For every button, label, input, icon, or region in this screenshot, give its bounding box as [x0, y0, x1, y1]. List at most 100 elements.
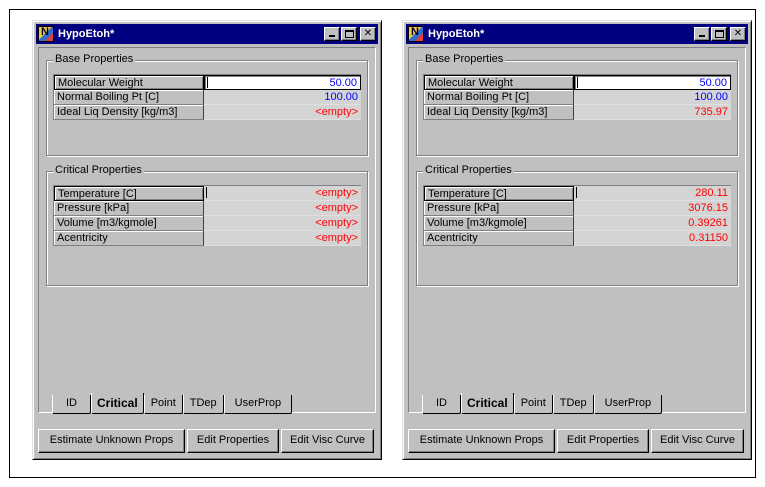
- text-caret: [206, 187, 207, 198]
- tab-page-critical: Base Properties Molecular Weight 50.00 N…: [38, 47, 376, 413]
- row-label: Pressure [kPa]: [424, 201, 574, 216]
- acentricity-field[interactable]: 0.31150: [574, 231, 731, 246]
- grid-row[interactable]: Molecular Weight 50.00: [424, 75, 731, 90]
- app-icon: [408, 26, 424, 42]
- grid-row[interactable]: Volume [m3/kgmole] <empty>: [54, 216, 361, 231]
- close-icon: ✕: [733, 28, 743, 39]
- grid-row[interactable]: Normal Boiling Pt [C] 100.00: [424, 90, 731, 105]
- molecular-weight-field[interactable]: 50.00: [204, 75, 361, 90]
- tab-page-critical: Base Properties Molecular Weight 50.00 N…: [408, 47, 746, 413]
- critical-properties-grid: Temperature [C] 280.11 Pressure [kPa] 30…: [423, 185, 731, 246]
- maximize-icon: [345, 30, 354, 38]
- temperature-field[interactable]: <empty>: [204, 186, 361, 201]
- row-label: Volume [m3/kgmole]: [424, 216, 574, 231]
- molecular-weight-field[interactable]: 50.00: [574, 75, 731, 90]
- estimate-unknown-props-button[interactable]: Estimate Unknown Props: [38, 429, 185, 453]
- row-label: Normal Boiling Pt [C]: [54, 90, 204, 105]
- group-label: Base Properties: [53, 53, 136, 65]
- maximize-button[interactable]: [711, 27, 727, 41]
- row-label: Temperature [C]: [54, 186, 204, 201]
- tab-critical[interactable]: Critical: [461, 393, 514, 414]
- edit-properties-button[interactable]: Edit Properties: [187, 429, 279, 453]
- edit-visc-curve-button[interactable]: Edit Visc Curve: [651, 429, 744, 453]
- minimize-button[interactable]: [694, 27, 710, 41]
- app-icon: [38, 26, 54, 42]
- critical-properties-grid: Temperature [C] <empty> Pressure [kPa] <…: [53, 185, 361, 246]
- minimize-icon: [329, 35, 335, 37]
- close-button[interactable]: ✕: [360, 27, 376, 41]
- estimate-unknown-props-button[interactable]: Estimate Unknown Props: [408, 429, 555, 453]
- row-label: Pressure [kPa]: [54, 201, 204, 216]
- tab-point[interactable]: Point: [143, 395, 183, 414]
- pressure-field[interactable]: 3076.15: [574, 201, 731, 216]
- tab-id[interactable]: ID: [422, 395, 461, 414]
- tab-tdep[interactable]: TDep: [552, 395, 594, 414]
- minimize-icon: [699, 35, 705, 37]
- close-button[interactable]: ✕: [730, 27, 746, 41]
- text-caret: [576, 187, 577, 198]
- maximize-button[interactable]: [341, 27, 357, 41]
- grid-row[interactable]: Pressure [kPa] <empty>: [54, 201, 361, 216]
- temperature-field[interactable]: 280.11: [574, 186, 731, 201]
- title-bar[interactable]: HypoEtoh* ✕: [36, 24, 378, 44]
- normal-boiling-pt-field[interactable]: 100.00: [204, 90, 361, 105]
- tab-userprop[interactable]: UserProp: [593, 395, 663, 414]
- tab-tdep[interactable]: TDep: [182, 395, 224, 414]
- critical-properties-group: Critical Properties Temperature [C] <emp…: [46, 164, 368, 286]
- grid-row[interactable]: Ideal Liq Density [kg/m3] <empty>: [54, 105, 361, 120]
- tab-point[interactable]: Point: [513, 395, 553, 414]
- group-label: Critical Properties: [53, 164, 144, 176]
- row-label: Acentricity: [54, 231, 204, 246]
- tab-strip: ID Critical Point TDep UserProp: [422, 393, 663, 415]
- row-label: Molecular Weight: [424, 75, 574, 90]
- grid-row[interactable]: Temperature [C] <empty>: [54, 186, 361, 201]
- base-properties-grid: Molecular Weight 50.00 Normal Boiling Pt…: [53, 74, 361, 120]
- edit-properties-button[interactable]: Edit Properties: [557, 429, 649, 453]
- base-properties-grid: Molecular Weight 50.00 Normal Boiling Pt…: [423, 74, 731, 120]
- tab-id[interactable]: ID: [52, 395, 91, 414]
- base-properties-group: Base Properties Molecular Weight 50.00 N…: [46, 53, 368, 156]
- grid-row[interactable]: Ideal Liq Density [kg/m3] 735.97: [424, 105, 731, 120]
- normal-boiling-pt-field[interactable]: 100.00: [574, 90, 731, 105]
- acentricity-field[interactable]: <empty>: [204, 231, 361, 246]
- property-window-left: HypoEtoh* ✕ Base Properties Molecular We…: [32, 20, 382, 460]
- group-label: Critical Properties: [423, 164, 514, 176]
- grid-row[interactable]: Acentricity 0.31150: [424, 231, 731, 246]
- row-label: Volume [m3/kgmole]: [54, 216, 204, 231]
- row-label: Ideal Liq Density [kg/m3]: [424, 105, 574, 120]
- maximize-icon: [715, 30, 724, 38]
- title-bar[interactable]: HypoEtoh* ✕: [406, 24, 748, 44]
- cell-value-text: 280.11: [695, 187, 728, 199]
- button-bar: Estimate Unknown Props Edit Properties E…: [38, 429, 376, 453]
- pressure-field[interactable]: <empty>: [204, 201, 361, 216]
- edit-visc-curve-button[interactable]: Edit Visc Curve: [281, 429, 374, 453]
- grid-row[interactable]: Normal Boiling Pt [C] 100.00: [54, 90, 361, 105]
- cell-value-text: 50.00: [329, 77, 357, 89]
- group-label: Base Properties: [423, 53, 506, 65]
- row-label: Temperature [C]: [424, 186, 574, 201]
- grid-row[interactable]: Volume [m3/kgmole] 0.39261: [424, 216, 731, 231]
- ideal-liq-density-field[interactable]: 735.97: [574, 105, 731, 120]
- base-properties-group: Base Properties Molecular Weight 50.00 N…: [416, 53, 738, 156]
- ideal-liq-density-field[interactable]: <empty>: [204, 105, 361, 120]
- cell-value-text: 50.00: [699, 77, 727, 89]
- row-label: Normal Boiling Pt [C]: [424, 90, 574, 105]
- grid-row[interactable]: Acentricity <empty>: [54, 231, 361, 246]
- window-title: HypoEtoh*: [428, 28, 485, 40]
- volume-field[interactable]: <empty>: [204, 216, 361, 231]
- button-bar: Estimate Unknown Props Edit Properties E…: [408, 429, 746, 453]
- tab-userprop[interactable]: UserProp: [223, 395, 293, 414]
- volume-field[interactable]: 0.39261: [574, 216, 731, 231]
- text-caret: [207, 77, 208, 88]
- tab-critical[interactable]: Critical: [91, 393, 144, 414]
- tab-strip: ID Critical Point TDep UserProp: [52, 393, 293, 415]
- row-label: Acentricity: [424, 231, 574, 246]
- text-caret: [577, 77, 578, 88]
- window-title: HypoEtoh*: [58, 28, 115, 40]
- property-window-right: HypoEtoh* ✕ Base Properties Molecular We…: [402, 20, 752, 460]
- grid-row[interactable]: Temperature [C] 280.11: [424, 186, 731, 201]
- row-label: Molecular Weight: [54, 75, 204, 90]
- grid-row[interactable]: Pressure [kPa] 3076.15: [424, 201, 731, 216]
- minimize-button[interactable]: [324, 27, 340, 41]
- grid-row[interactable]: Molecular Weight 50.00: [54, 75, 361, 90]
